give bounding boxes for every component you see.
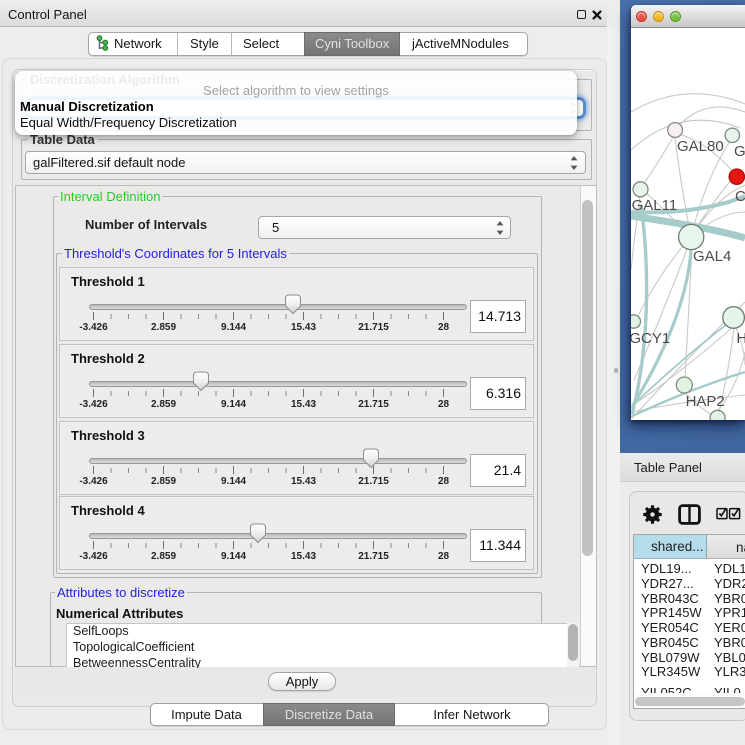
- svg-text:GAL4: GAL4: [693, 248, 731, 265]
- svg-text:HAP2: HAP2: [686, 393, 725, 410]
- svg-text:H: H: [736, 330, 745, 347]
- svg-text:C: C: [735, 188, 745, 205]
- svg-text:GA: GA: [734, 143, 745, 160]
- svg-text:GAL80: GAL80: [677, 138, 724, 155]
- svg-text:GAL11: GAL11: [632, 197, 678, 214]
- svg-text:GCY1: GCY1: [631, 330, 670, 347]
